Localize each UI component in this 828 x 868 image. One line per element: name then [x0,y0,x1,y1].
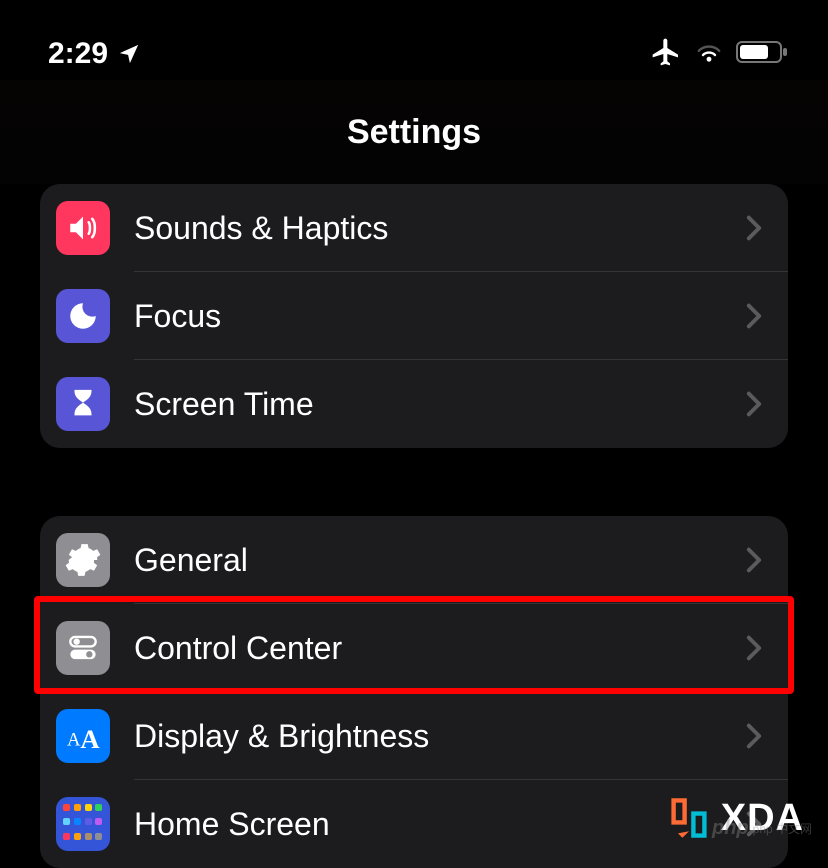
location-icon [118,43,140,65]
settings-row-screen-time[interactable]: Screen Time [40,360,788,448]
chevron-right-icon [746,635,762,661]
battery-icon [736,40,788,69]
row-label: Display & Brightness [134,718,746,755]
home-screen-icon [56,797,110,851]
svg-text:A: A [67,729,81,750]
wifi-icon [694,40,724,69]
row-label: Sounds & Haptics [134,210,746,247]
status-bar: 2:29 [0,0,828,80]
focus-icon [56,289,110,343]
status-time: 2:29 [48,37,108,71]
status-right [650,36,788,73]
control-center-icon [56,621,110,675]
php-text: php 中文网 [753,820,812,837]
settings-row-sounds-haptics[interactable]: Sounds & Haptics [40,184,788,272]
row-label: General [134,542,746,579]
settings-row-control-center[interactable]: Control Center [40,604,788,692]
chevron-right-icon [746,303,762,329]
chevron-right-icon [746,391,762,417]
svg-text:A: A [80,724,100,753]
chevron-right-icon [746,215,762,241]
row-label: Focus [134,298,746,335]
display-brightness-icon: AA [56,709,110,763]
chevron-right-icon [746,723,762,749]
sounds-icon [56,201,110,255]
settings-row-display-brightness[interactable]: AA Display & Brightness [40,692,788,780]
airplane-mode-icon [650,36,682,73]
chevron-right-icon [746,547,762,573]
settings-row-general[interactable]: General [40,516,788,604]
xda-logo-icon [667,796,711,840]
watermark-php: php php 中文网 [712,817,812,840]
row-label: Control Center [134,630,746,667]
nav-header: Settings [0,80,828,184]
page-title: Settings [347,113,481,152]
general-icon [56,533,110,587]
settings-row-focus[interactable]: Focus [40,272,788,360]
row-label: Home Screen [134,806,746,843]
row-label: Screen Time [134,386,746,423]
status-left: 2:29 [48,37,140,71]
screen-time-icon [56,377,110,431]
settings-group-1: Sounds & Haptics Focus Screen Time [40,184,788,448]
